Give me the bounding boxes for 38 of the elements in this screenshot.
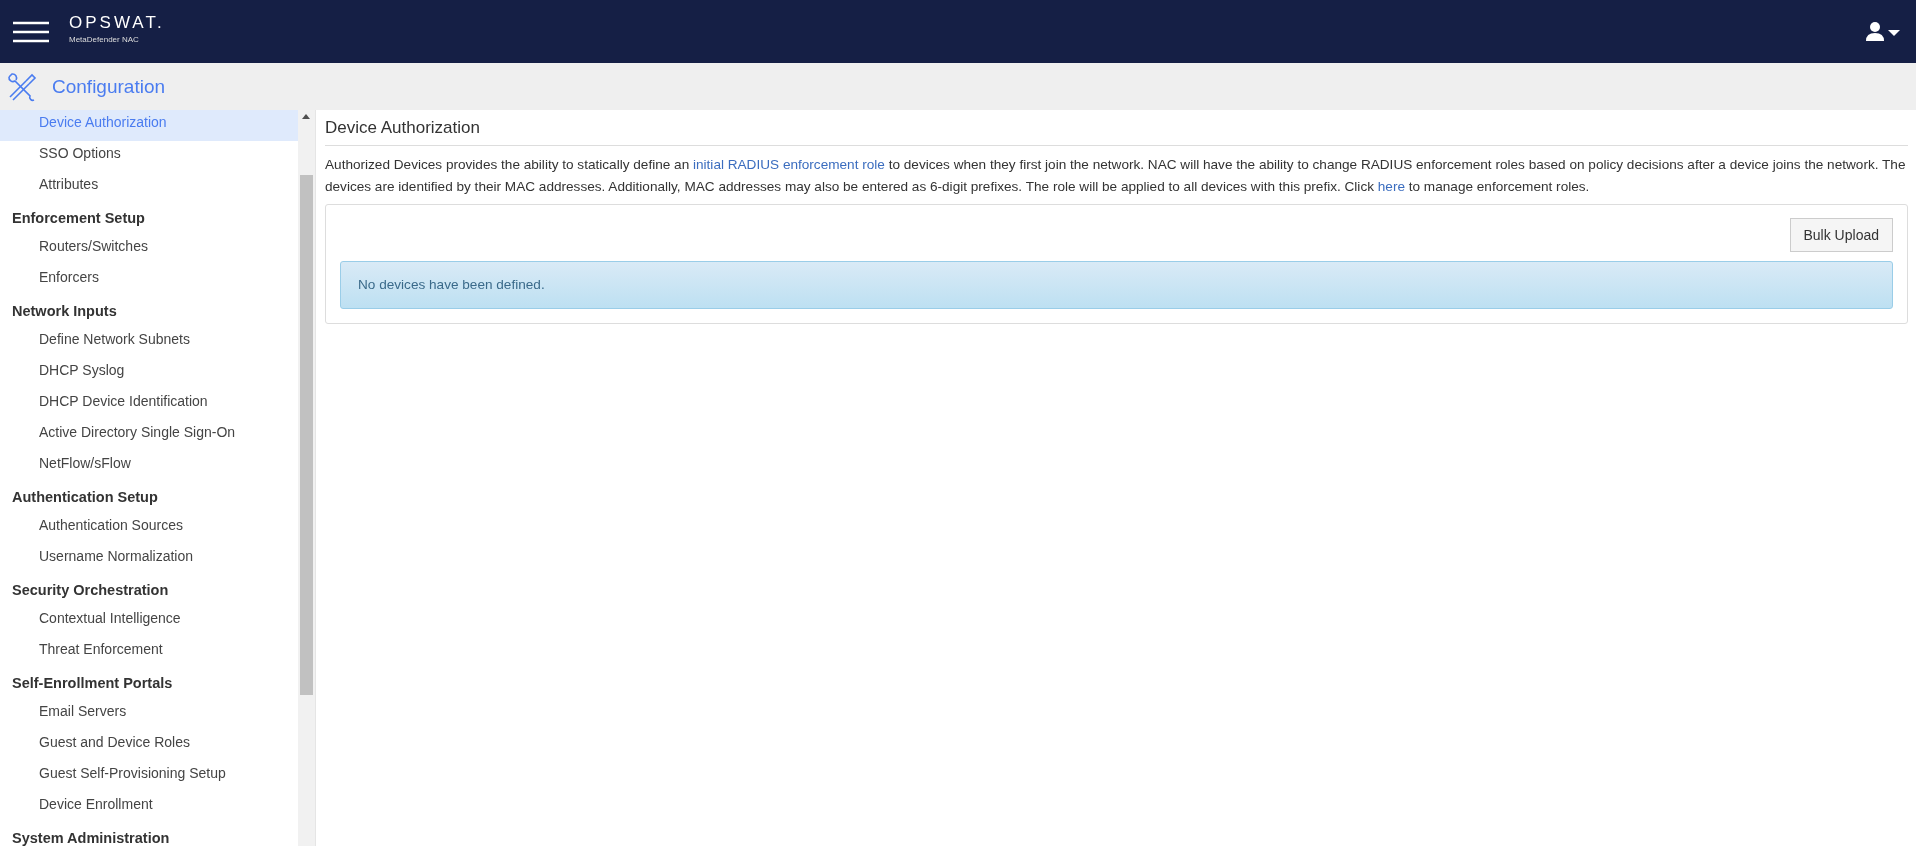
description-paragraph: Authorized Devices provides the ability to statically define an initial RADIUS enforcement role to devices when they first join the network. NAC will have the ability to change RADIUS enforcement roles based on policy decisions after a device joins the network. The devices are identified by their MAC addresses. Additionally, MAC addresses may also be entered as 6-digit prefixes. The role will be applied to all devices with this prefix. Click here to manage enforcement roles.: [325, 156, 1907, 196]
sidebar-item[interactable]: Username Normalization: [0, 544, 298, 575]
logo-text: OPSWAT.: [69, 13, 165, 33]
sidebar-heading: Network Inputs: [11, 302, 118, 321]
sidebar-item[interactable]: Routers/Switches: [0, 234, 298, 265]
info-alert: No devices have been defined.: [340, 261, 1893, 309]
sidebar-item[interactable]: Threat Enforcement: [0, 637, 298, 668]
page-title: Device Authorization: [325, 110, 1908, 146]
sidebar-item[interactable]: DHCP Device Identification: [0, 389, 298, 420]
sidebar-item[interactable]: Authentication Sources: [0, 513, 298, 544]
menu-icon[interactable]: [13, 20, 49, 43]
scroll-up-icon[interactable]: [302, 114, 310, 119]
sidebar-item[interactable]: Device Enrollment: [0, 792, 298, 823]
sidebar-item[interactable]: Define Network Subnets: [0, 327, 298, 358]
sidebar-item[interactable]: SSO Options: [0, 141, 298, 172]
sidebar-heading: System Administration: [11, 829, 171, 846]
text-link[interactable]: initial RADIUS enforcement role: [693, 157, 885, 172]
sidebar-item[interactable]: Active Directory Single Sign-On: [0, 420, 298, 451]
sidebar-item[interactable]: NetFlow/sFlow: [0, 451, 298, 482]
sidebar-heading: Enforcement Setup: [11, 209, 146, 228]
sidebar-heading: Authentication Setup: [11, 488, 159, 507]
scrollbar[interactable]: [298, 110, 315, 846]
bulk-upload-button[interactable]: Bulk Upload: [1789, 218, 1893, 252]
sidebar-item[interactable]: Enforcers: [0, 265, 298, 296]
user-menu-icon[interactable]: [1866, 21, 1902, 42]
tools-icon: [6, 70, 38, 103]
sidebar-item[interactable]: Email Servers: [0, 699, 298, 730]
sidebar-heading: Security Orchestration: [11, 581, 170, 600]
sidebar-item[interactable]: Guest and Device Roles: [0, 730, 298, 761]
sidebar-item[interactable]: Attributes: [0, 172, 298, 203]
sidebar-item[interactable]: Contextual Intelligence: [0, 606, 298, 637]
product-name: MetaDefender NAC: [69, 35, 140, 44]
sidebar-heading: Self-Enrollment Portals: [11, 674, 174, 693]
page-section-title: Configuration: [52, 75, 166, 98]
sidebar-item[interactable]: DHCP Syslog: [0, 358, 298, 389]
sidebar-item[interactable]: Guest Self-Provisioning Setup: [0, 761, 298, 792]
scrollbar-thumb[interactable]: [300, 175, 313, 695]
text-link[interactable]: here: [1377, 179, 1405, 194]
